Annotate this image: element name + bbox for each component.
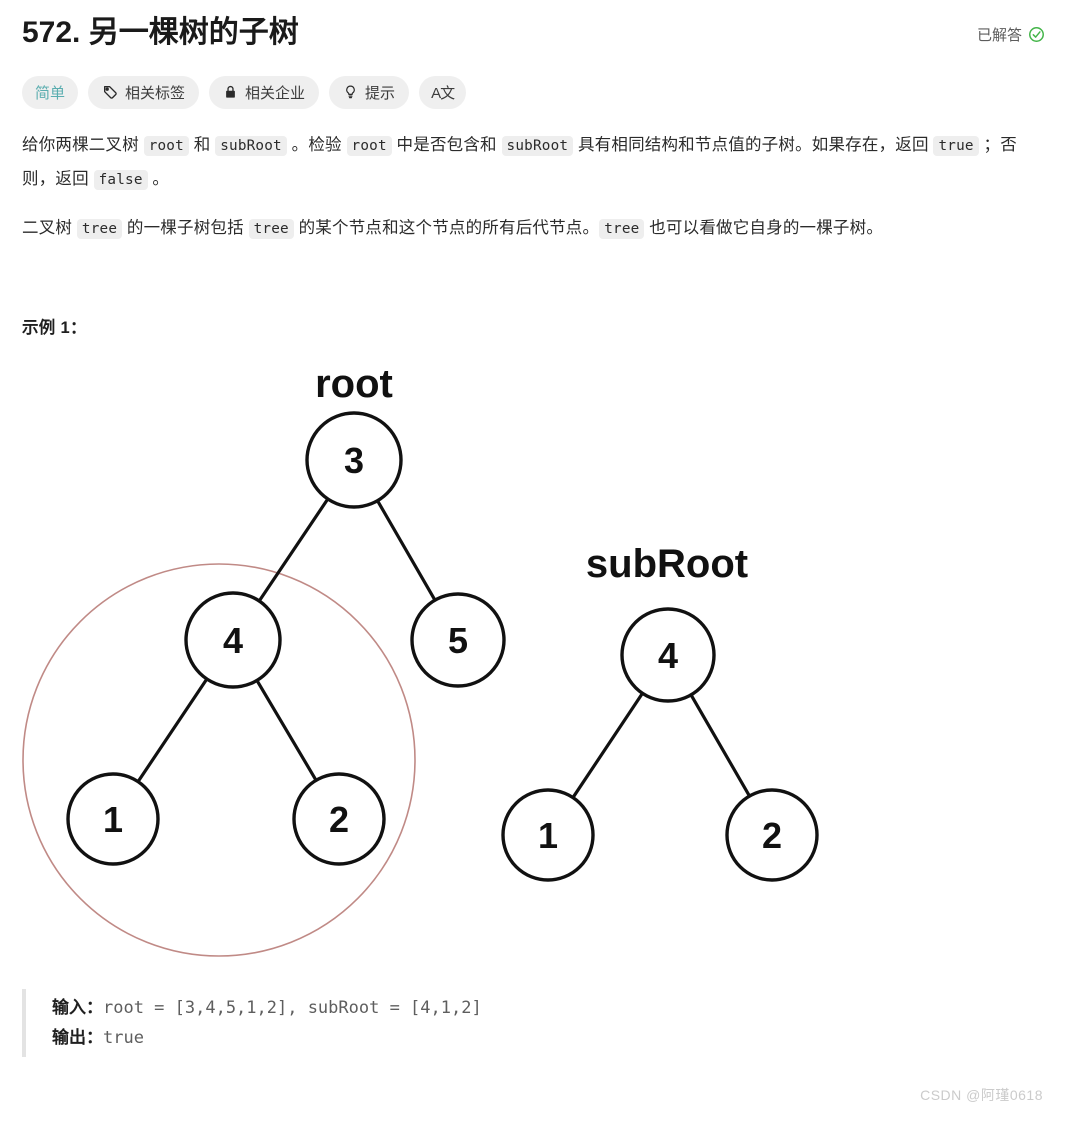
example-io-block: 输入：root = [3,4,5,1,2], subRoot = [4,1,2]… xyxy=(22,988,1045,1057)
related-companies-label: 相关企业 xyxy=(245,84,306,102)
difficulty-easy-pill[interactable]: 简单 xyxy=(22,75,79,109)
lock-icon xyxy=(223,84,238,100)
tree-node-label: 2 xyxy=(329,799,349,840)
input-value: root = [3,4,5,1,2], subRoot = [4,1,2] xyxy=(103,997,482,1018)
related-tags-label: 相关标签 xyxy=(125,84,186,102)
tree-node-label: 3 xyxy=(344,440,364,481)
tree-node-label: 1 xyxy=(103,799,123,840)
output-value: true xyxy=(103,1027,144,1048)
input-label: 输入： xyxy=(52,997,103,1017)
tree-edge xyxy=(255,678,318,782)
desc-text: 给你两棵二叉树 xyxy=(22,135,144,154)
desc-text: 和 xyxy=(188,135,216,154)
desc-text: 二叉树 xyxy=(22,218,77,237)
translate-pill[interactable]: A文 xyxy=(419,75,467,109)
tag-icon xyxy=(102,84,118,100)
tree-title-subRoot: subRoot xyxy=(586,542,748,586)
inline-code-tree: tree xyxy=(76,218,123,239)
check-circle-icon xyxy=(1028,26,1045,43)
page-header: 572. 另一棵树的子树 已解答 xyxy=(22,0,1045,52)
tree-subRoot: 4 1 2 subRoot xyxy=(501,542,819,882)
desc-text: 具有相同结构和节点值的子树。如果存在，返回 xyxy=(573,135,934,154)
desc-text: 中是否包含和 xyxy=(391,135,502,154)
lightbulb-icon xyxy=(343,84,358,100)
page-title: 572. 另一棵树的子树 xyxy=(22,14,299,52)
hints-pill[interactable]: 提示 xyxy=(329,75,410,109)
inline-code-tree: tree xyxy=(248,218,294,239)
tree-edge xyxy=(136,676,209,783)
hints-label: 提示 xyxy=(365,84,396,102)
tree-edge xyxy=(257,496,330,603)
problem-number: 572. xyxy=(22,16,81,49)
status-label: 已解答 xyxy=(976,27,1022,44)
inline-code-root: root xyxy=(346,135,392,156)
desc-text: 的一棵子树包括 xyxy=(122,218,249,237)
problem-title: 另一棵树的子树 xyxy=(88,16,299,49)
tag-row: 简单 相关标签 相关企业 提示 A文 xyxy=(22,75,1045,109)
desc-text: 。检验 xyxy=(286,135,347,154)
example-output-line: 输出：true xyxy=(52,1023,1045,1053)
inline-code-root: root xyxy=(143,135,189,156)
related-tags-pill[interactable]: 相关标签 xyxy=(88,75,200,109)
tree-edge xyxy=(375,498,437,602)
tree-edge xyxy=(571,691,645,799)
desc-text: 也可以看做它自身的一棵子树。 xyxy=(644,218,884,237)
tree-title-root: root xyxy=(315,362,393,406)
inline-code-subroot: subRoot xyxy=(215,135,287,156)
output-label: 输出： xyxy=(52,1027,103,1047)
tree-node-label: 2 xyxy=(762,815,782,856)
tree-node-label: 5 xyxy=(448,620,468,661)
tree-diagram: 3 4 5 1 2 root 4 1 2 subRoot xyxy=(22,348,1045,973)
tree-node-label: 1 xyxy=(538,815,558,856)
tree-root: 3 4 5 1 2 root xyxy=(66,362,506,866)
example-input-line: 输入：root = [3,4,5,1,2], subRoot = [4,1,2] xyxy=(52,993,1045,1023)
status-badge: 已解答 xyxy=(977,14,1045,45)
tree-diagram-svg: 3 4 5 1 2 root 4 1 2 subRoot xyxy=(22,362,819,957)
inline-code-false: false xyxy=(93,169,148,190)
watermark: CSDN @阿瑾0618 xyxy=(920,1087,1043,1103)
tree-edge xyxy=(689,692,752,798)
description-paragraph-2: 二叉树 tree 的一棵子树包括 tree 的某个节点和这个节点的所有后代节点。… xyxy=(22,212,1045,246)
description-paragraph-1: 给你两棵二叉树 root 和 subRoot 。检验 root 中是否包含和 s… xyxy=(22,129,1045,197)
inline-code-subroot: subRoot xyxy=(501,135,574,156)
tree-node-label: 4 xyxy=(223,620,243,661)
translate-icon: A文 xyxy=(431,84,455,102)
example-label: 示例 1： xyxy=(22,318,87,337)
tree-node-label: 4 xyxy=(658,635,678,676)
inline-code-true: true xyxy=(933,135,979,156)
inline-code-tree: tree xyxy=(599,218,645,239)
problem-page: 572. 另一棵树的子树 已解答 简单 相关标签 相关企业 提示 A文 给你两棵… xyxy=(0,0,1067,1121)
difficulty-easy-label: 简单 xyxy=(35,84,66,102)
related-companies-pill[interactable]: 相关企业 xyxy=(209,75,320,109)
desc-text: 的某个节点和这个节点的所有后代节点。 xyxy=(293,218,600,237)
desc-text: 。 xyxy=(147,169,170,188)
